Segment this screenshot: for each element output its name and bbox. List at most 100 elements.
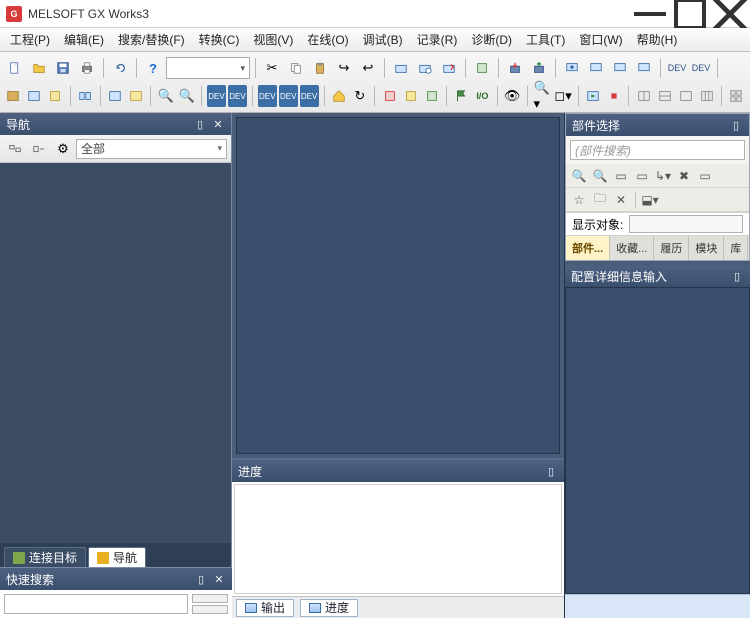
config-body[interactable] xyxy=(565,287,750,594)
parts-chart-dd-icon[interactable]: ⬓▾ xyxy=(641,191,659,209)
find-icon[interactable]: 🔍 xyxy=(156,85,175,107)
parts-tab-favorites[interactable]: 收藏... xyxy=(610,236,654,260)
monitor1-icon[interactable] xyxy=(561,57,583,79)
find2-icon[interactable]: 🔍 xyxy=(177,85,196,107)
watch-icon[interactable]: 👁 xyxy=(503,85,522,107)
parts-fav-icon[interactable]: ☆ xyxy=(570,191,588,209)
tb2-2-icon[interactable] xyxy=(25,85,44,107)
menu-search-replace[interactable]: 搜索/替换(F) xyxy=(112,29,191,50)
nav-settings-icon[interactable]: ⚙ xyxy=(52,138,74,160)
run-icon[interactable] xyxy=(584,85,603,107)
parts-delete-icon[interactable]: ✕ xyxy=(612,191,630,209)
dev-blue1-icon[interactable]: DEV xyxy=(207,85,226,107)
quicksearch-input[interactable] xyxy=(4,594,188,614)
write-plc-icon[interactable] xyxy=(504,57,526,79)
layout2-icon[interactable] xyxy=(655,85,674,107)
dev-blue4-icon[interactable]: DEV xyxy=(279,85,298,107)
tb2-5-icon[interactable] xyxy=(106,85,125,107)
paste-icon[interactable] xyxy=(309,57,331,79)
parts-tb4-icon[interactable]: ✖ xyxy=(675,167,693,185)
close-panel-icon[interactable]: ✕ xyxy=(211,117,225,131)
new-file-icon[interactable] xyxy=(4,57,26,79)
editor-area[interactable] xyxy=(236,117,560,454)
tab-navigation[interactable]: 导航 xyxy=(88,547,146,567)
open-file-icon[interactable] xyxy=(28,57,50,79)
parts-find-next-icon[interactable]: 🔍 xyxy=(591,167,609,185)
layout3-icon[interactable] xyxy=(676,85,695,107)
dev-blue2-icon[interactable]: DEV xyxy=(228,85,247,107)
nav-filter-combo[interactable]: 全部▾ xyxy=(76,139,227,159)
print-icon[interactable] xyxy=(76,57,98,79)
quicksearch-up-button[interactable] xyxy=(192,594,228,603)
undo2-icon[interactable]: ↩ xyxy=(357,57,379,79)
navigation-tree[interactable] xyxy=(0,163,231,543)
parts-tab-library[interactable]: 库 xyxy=(724,236,748,260)
device1-icon[interactable]: DEV xyxy=(666,57,688,79)
pin-icon[interactable]: ▯ xyxy=(729,118,743,132)
menu-convert[interactable]: 转换(C) xyxy=(193,29,246,50)
zoom-dd-icon[interactable]: 🔍▾ xyxy=(532,85,551,107)
maximize-button[interactable] xyxy=(670,0,710,28)
flag-icon[interactable] xyxy=(452,85,471,107)
tab-connection-target[interactable]: 连接目标 xyxy=(4,547,86,567)
tab-progress[interactable]: 进度 xyxy=(300,599,358,617)
dev-blue3-icon[interactable]: DEV xyxy=(258,85,277,107)
nav-collapse-icon[interactable] xyxy=(28,138,50,160)
tab-output[interactable]: 输出 xyxy=(236,599,294,617)
parts-tb1-icon[interactable]: ▭ xyxy=(612,167,630,185)
close-panel-icon[interactable]: ✕ xyxy=(212,572,226,586)
stop-icon[interactable] xyxy=(605,85,624,107)
fit-dd-icon[interactable]: ◻▾ xyxy=(553,85,572,107)
layout1-icon[interactable] xyxy=(634,85,653,107)
menu-window[interactable]: 窗口(W) xyxy=(573,29,628,50)
menu-project[interactable]: 工程(P) xyxy=(4,29,56,50)
parts-tab-history[interactable]: 履历 xyxy=(654,236,689,260)
monitor3-icon[interactable] xyxy=(609,57,631,79)
menu-view[interactable]: 视图(V) xyxy=(247,29,299,50)
tb2-6-icon[interactable] xyxy=(126,85,145,107)
help-search-combo[interactable]: ▾ xyxy=(166,57,250,79)
parts-search-input[interactable]: (部件搜索) xyxy=(570,140,745,160)
tb2-4-icon[interactable] xyxy=(76,85,95,107)
nav-expand-icon[interactable] xyxy=(4,138,26,160)
simulation-icon[interactable] xyxy=(471,57,493,79)
cut-icon[interactable]: ✂ xyxy=(261,57,283,79)
menu-record[interactable]: 记录(R) xyxy=(411,29,464,50)
dev-blue5-icon[interactable]: DEV xyxy=(300,85,319,107)
pin-icon[interactable]: ▯ xyxy=(730,269,744,283)
build-icon[interactable] xyxy=(390,57,412,79)
menu-help[interactable]: 帮助(H) xyxy=(631,29,684,50)
layout4-icon[interactable] xyxy=(697,85,716,107)
device2-icon[interactable]: DEV xyxy=(690,57,712,79)
menu-online[interactable]: 在线(O) xyxy=(301,29,354,50)
layout5-icon[interactable] xyxy=(727,85,746,107)
tb2-1-icon[interactable] xyxy=(4,85,23,107)
menu-edit[interactable]: 编辑(E) xyxy=(58,29,110,50)
tb2-3-icon[interactable] xyxy=(46,85,65,107)
pin-icon[interactable]: ▯ xyxy=(544,464,558,478)
io-icon[interactable]: I/O xyxy=(473,85,492,107)
pin-icon[interactable]: ▯ xyxy=(194,572,208,586)
refresh-icon[interactable]: ↻ xyxy=(350,85,369,107)
tool-green-icon[interactable] xyxy=(422,85,441,107)
redo2-icon[interactable]: ↪ xyxy=(333,57,355,79)
quicksearch-down-button[interactable] xyxy=(192,605,228,614)
monitor4-icon[interactable] xyxy=(633,57,655,79)
parts-find-prev-icon[interactable]: 🔍 xyxy=(570,167,588,185)
parts-tb5-icon[interactable]: ▭ xyxy=(696,167,714,185)
read-plc-icon[interactable] xyxy=(528,57,550,79)
menu-diagnostics[interactable]: 诊断(D) xyxy=(465,29,518,50)
tool-red-icon[interactable] xyxy=(380,85,399,107)
undo-icon[interactable] xyxy=(109,57,131,79)
parts-folder-icon[interactable]: 🗀 xyxy=(591,191,609,209)
copy-icon[interactable] xyxy=(285,57,307,79)
minimize-button[interactable] xyxy=(630,0,670,28)
pin-icon[interactable]: ▯ xyxy=(193,117,207,131)
parts-tab-parts[interactable]: 部件... xyxy=(566,236,610,260)
save-icon[interactable] xyxy=(52,57,74,79)
parts-tab-module[interactable]: 模块 xyxy=(689,236,724,260)
check-icon[interactable] xyxy=(438,57,460,79)
menu-debug[interactable]: 调试(B) xyxy=(357,29,409,50)
monitor2-icon[interactable] xyxy=(585,57,607,79)
help-icon[interactable]: ? xyxy=(142,57,164,79)
